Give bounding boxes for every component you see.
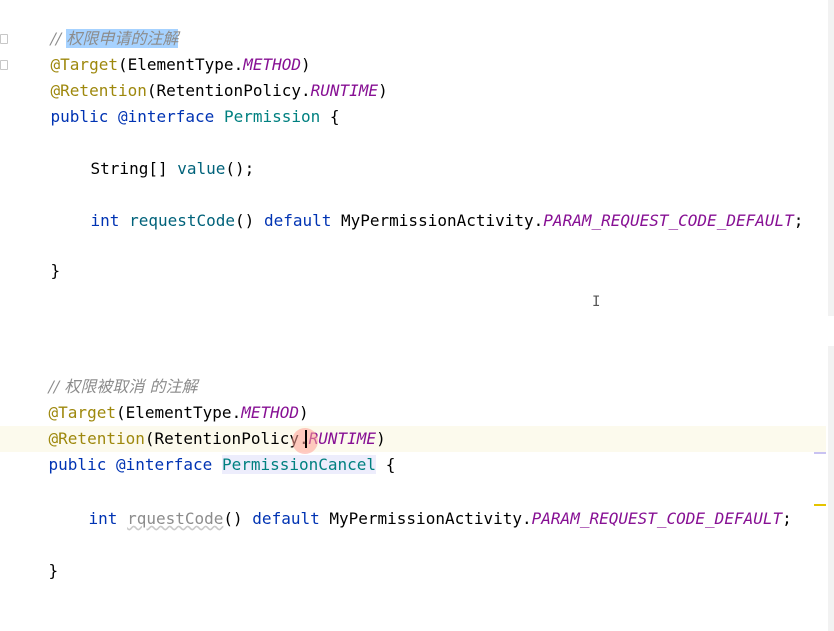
constant-request-code: PARAM_REQUEST_CODE_DEFAULT [531,509,783,528]
code-line-close[interactable]: } [10,532,59,580]
code-text: { [320,107,340,126]
code-text: ; [793,211,804,230]
method-value: value [177,159,226,178]
class-reference: MyPermissionActivity. [341,211,544,230]
code-line-requestcode[interactable]: int requestCode() default MyPermissionAc… [52,182,804,230]
keyword-public: public [48,455,116,474]
text-cursor-icon: I [592,294,601,310]
code-line-close[interactable]: } [12,232,61,280]
warning-stripe-marker[interactable] [814,504,826,506]
close-brace: } [50,261,61,280]
keyword-public: public [50,107,118,126]
keyword-int: int [88,509,128,528]
keyword-int: int [90,211,130,230]
editor-scrollbar-top[interactable] [828,0,834,316]
constant-request-code: PARAM_REQUEST_CODE_DEFAULT [543,211,794,230]
code-line-target[interactable]: @Target(ElementType.METHOD) [10,374,309,422]
caret [305,430,307,448]
code-line-retention[interactable]: @Retention(RetentionPolicy.RUNTIME) [12,52,388,100]
close-brace: } [48,561,59,580]
code-line-declaration[interactable]: public @interface PermissionCancel { [10,426,395,474]
keyword-default: default [252,509,330,528]
code-text: { [376,455,396,474]
method-requestcode: requestCode [129,211,236,230]
code-text: ; [782,509,792,528]
screenshot-divider [0,316,834,346]
keyword-default: default [263,211,341,230]
code-text: () [223,509,253,528]
keyword-interface: @interface [117,107,224,126]
code-line-value[interactable]: String[] value(); [52,130,255,178]
editor-panel-bottom[interactable]: // 权限被取消 的注解 @Target(ElementType.METHOD)… [0,346,834,631]
code-line-declaration[interactable]: public @interface Permission { [12,78,340,126]
error-stripe-marker[interactable] [814,452,826,454]
fold-marker-icon[interactable] [0,60,8,70]
code-line-retention[interactable]: @Retention(RetentionPolicy.RUNTIME) [10,400,386,448]
annotation-name: Permission [223,107,321,126]
annotation-name: PermissionCancel [221,455,377,474]
method-rquestcode: rquestCode [127,509,224,528]
code-text: () [235,211,264,230]
code-text: (); [225,159,255,178]
code-line-target[interactable]: @Target(ElementType.METHOD) [12,26,311,74]
keyword-interface: @interface [115,455,222,474]
code-text: ) [378,81,388,100]
editor-panel-top[interactable]: // 权限申请的注解 @Target(ElementType.METHOD) @… [0,0,834,316]
class-reference: MyPermissionActivity. [329,509,532,528]
type-string-array: String[] [90,159,178,178]
fold-marker-icon[interactable] [0,34,8,44]
code-line-requestcode[interactable]: int rquestCode() default MyPermissionAct… [50,480,792,528]
editor-scrollbar-bottom[interactable] [828,346,834,631]
code-line-comment[interactable]: // 权限被取消 的注解 [10,348,198,396]
code-line-comment[interactable]: // 权限申请的注解 [12,0,179,48]
